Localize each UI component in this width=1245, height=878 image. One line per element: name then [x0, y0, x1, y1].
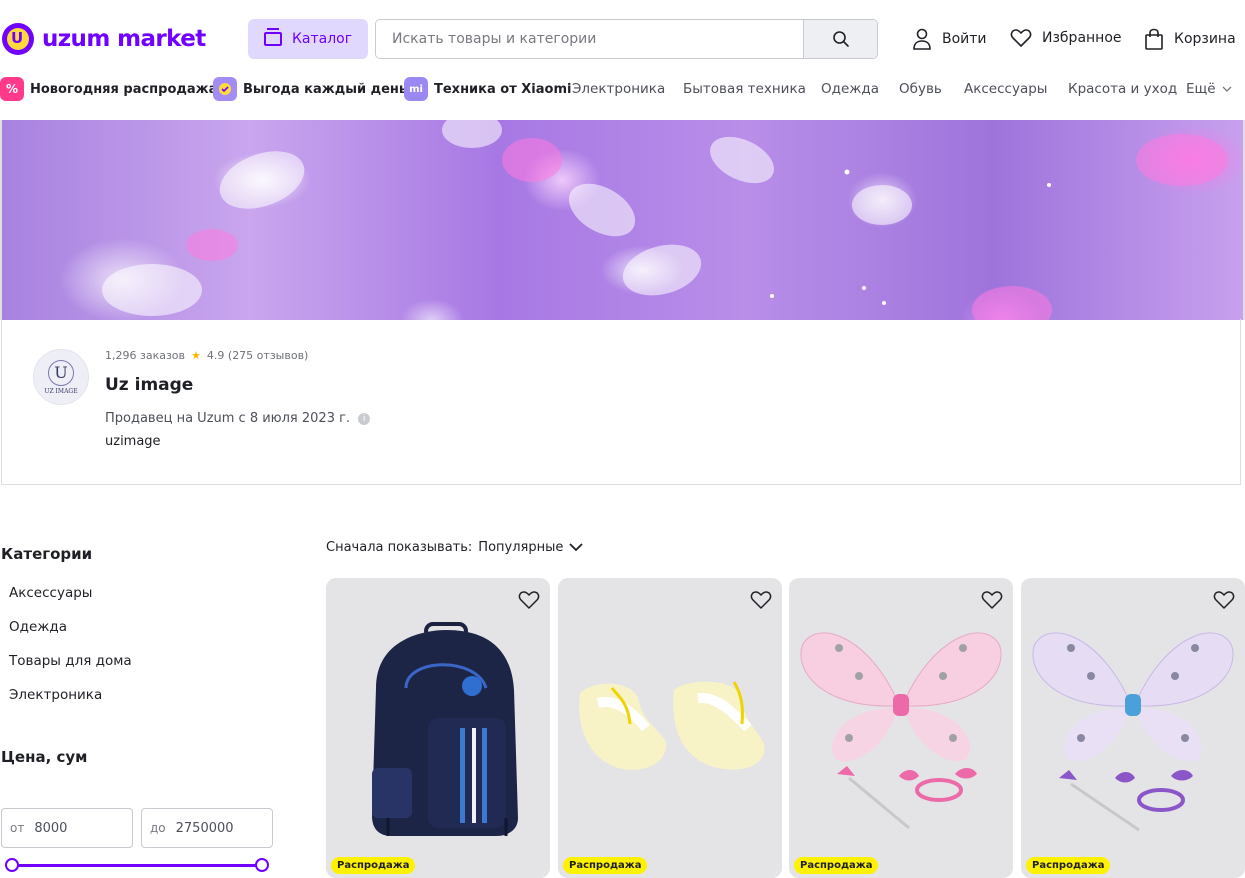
nav-more[interactable]: Ещё — [1186, 74, 1232, 104]
seller-since-text: Продавец на Uzum с 8 июля 2023 г. — [105, 411, 351, 426]
sale-badge: Распродажа — [331, 857, 416, 874]
categories-title: Категории — [1, 545, 93, 563]
sale-badge: Распродажа — [794, 857, 879, 874]
percent-icon: % — [0, 77, 24, 101]
catalog-icon — [263, 28, 282, 46]
nav-promo-new-year-sale[interactable]: % Новогодняя распродажа — [0, 74, 217, 104]
seller-card: U UZ IMAGE 1,296 заказов ★ 4.9 (275 отзы… — [1, 319, 1241, 485]
sale-badge: Распродажа — [1026, 857, 1111, 874]
price-slider-min-handle[interactable] — [5, 858, 19, 872]
nav-more-label: Ещё — [1186, 81, 1216, 97]
login-link[interactable]: Войти — [912, 28, 987, 50]
seller-rating[interactable]: 4.9 (275 отзывов) — [207, 349, 308, 362]
price-slider-max-handle[interactable] — [255, 858, 269, 872]
nav-promo-label: Новогодняя распродажа — [30, 81, 218, 97]
favorite-icon[interactable] — [1213, 590, 1235, 610]
avatar-text: UZ IMAGE — [44, 387, 78, 395]
favorite-icon[interactable] — [518, 590, 540, 610]
chevron-down-icon — [1222, 86, 1232, 92]
nav-promo-xiaomi[interactable]: mi Техника от Xiaomi — [404, 74, 571, 104]
chevron-down-icon — [569, 543, 584, 552]
sort-control[interactable]: Сначала показывать: Популярные — [326, 540, 584, 555]
price-slider-track[interactable] — [12, 864, 262, 867]
banner-petals — [102, 120, 1228, 320]
category-filter-electronics[interactable]: Электроника — [9, 687, 102, 703]
seller-avatar: U UZ IMAGE — [33, 349, 89, 405]
login-label: Войти — [942, 31, 987, 47]
seller-stats: 1,296 заказов ★ 4.9 (275 отзывов) — [105, 349, 308, 362]
logo[interactable]: U uzum market — [2, 23, 206, 55]
search-button[interactable] — [803, 20, 877, 58]
catalog-button[interactable]: Каталог — [248, 19, 368, 59]
nav-category-accessories[interactable]: Аксессуары — [964, 74, 1047, 104]
nav-category-clothing[interactable]: Одежда — [821, 74, 879, 104]
seller-name: Uz image — [105, 375, 194, 395]
sale-badge: Распродажа — [563, 857, 648, 874]
seller-handle: uzimage — [105, 434, 161, 449]
price-to-label: до — [150, 821, 166, 835]
logo-icon: U — [2, 23, 34, 55]
price-title: Цена, сум — [1, 748, 88, 766]
favorites-link[interactable]: Избранное — [1010, 28, 1122, 48]
category-filter-accessories[interactable]: Аксессуары — [9, 585, 92, 601]
tag-icon — [213, 77, 237, 101]
pink-wings-image — [800, 632, 1002, 830]
category-filter-clothing[interactable]: Одежда — [9, 619, 67, 635]
nav-category-appliances[interactable]: Бытовая техника — [683, 74, 806, 104]
nav-category-electronics[interactable]: Электроника — [572, 74, 665, 104]
nav-promo-daily-deals[interactable]: Выгода каждый день — [213, 74, 407, 104]
nav-category-shoes[interactable]: Обувь — [899, 74, 942, 104]
price-to-field[interactable]: до 2750000 — [141, 808, 273, 848]
info-icon[interactable]: i — [358, 412, 371, 425]
favorites-label: Избранное — [1042, 30, 1122, 46]
favorite-icon[interactable] — [981, 590, 1003, 610]
catalog-label: Каталог — [291, 31, 353, 47]
bag-icon — [1145, 28, 1163, 50]
category-filter-home[interactable]: Товары для дома — [9, 653, 132, 669]
shop-banner — [0, 120, 1245, 320]
product-card[interactable]: Распродажа — [326, 578, 550, 878]
price-to-value: 2750000 — [175, 820, 234, 836]
price-from-value: 8000 — [34, 820, 68, 836]
nav-promo-label: Техника от Xiaomi — [434, 81, 572, 97]
cart-label: Корзина — [1174, 31, 1236, 47]
seller-since: Продавец на Uzum с 8 июля 2023 г. i — [105, 411, 371, 426]
heart-icon — [1010, 29, 1032, 47]
favorite-icon[interactable] — [750, 590, 772, 610]
nav-promo-label: Выгода каждый день — [243, 81, 408, 97]
search-bar — [375, 19, 878, 59]
booties-image — [579, 681, 765, 770]
cart-link[interactable]: Корзина — [1144, 28, 1236, 50]
logo-text: uzum market — [42, 26, 206, 52]
search-icon — [832, 31, 849, 47]
sort-label: Сначала показывать: — [326, 540, 473, 555]
seller-orders: 1,296 заказов — [105, 349, 186, 362]
price-from-field[interactable]: от 8000 — [1, 808, 133, 848]
purple-wings-image — [1032, 632, 1234, 832]
star-icon: ★ — [191, 349, 201, 362]
product-card[interactable]: Распродажа — [1021, 578, 1245, 878]
header: U uzum market Каталог Войти Избранное — [0, 0, 1245, 72]
xiaomi-icon: mi — [404, 77, 428, 101]
avatar-letter: U — [48, 359, 74, 386]
category-nav: % Новогодняя распродажа Выгода каждый де… — [0, 74, 1245, 104]
search-input[interactable] — [376, 20, 803, 58]
sort-value: Популярные — [478, 540, 564, 555]
product-card[interactable]: Распродажа — [789, 578, 1013, 878]
nav-category-beauty[interactable]: Красота и уход — [1068, 74, 1177, 104]
backpack-image — [372, 622, 518, 836]
price-from-label: от — [10, 821, 25, 835]
user-icon — [913, 28, 931, 50]
product-card[interactable]: Распродажа — [558, 578, 782, 878]
